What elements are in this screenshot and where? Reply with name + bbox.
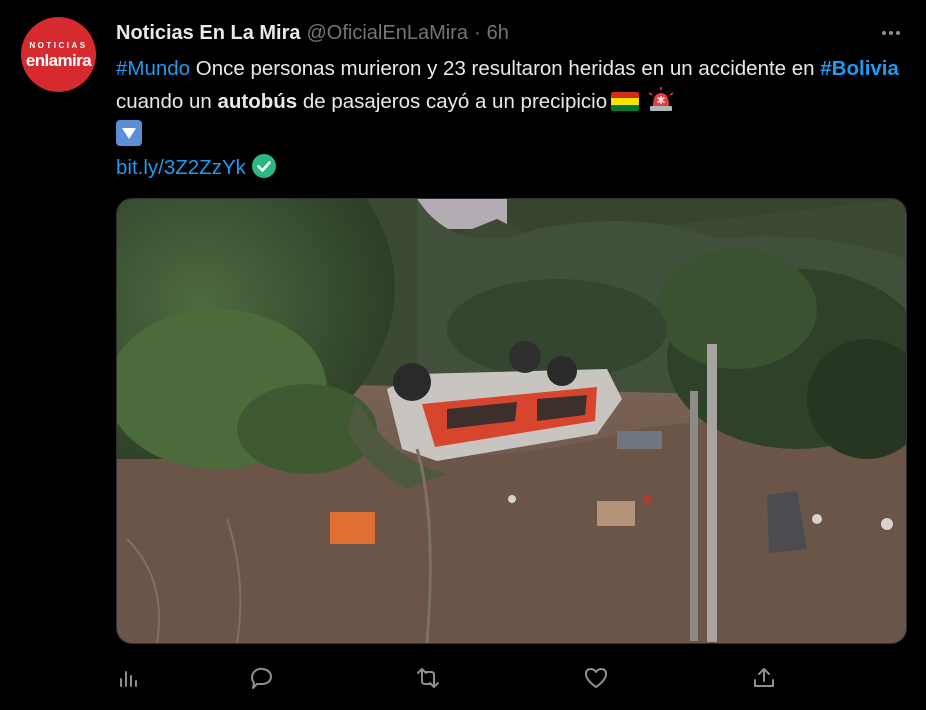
author-name[interactable]: Noticias En La Mira: [116, 22, 301, 45]
check-mark-icon: [251, 154, 276, 178]
author-handle[interactable]: @OficialEnLaMira: [307, 22, 468, 45]
retweet-icon[interactable]: [412, 662, 444, 694]
timestamp[interactable]: 6h: [487, 22, 509, 45]
hashtag-mundo[interactable]: #Mundo: [116, 57, 190, 80]
more-icon[interactable]: [876, 30, 906, 36]
tweet-header: Noticias En La Mira @OficialEnLaMira · 6…: [116, 20, 866, 46]
down-arrow-button-icon: [116, 120, 142, 146]
avatar-line2: enlamira: [25, 50, 92, 70]
accident-scene-image: [117, 199, 906, 643]
short-link[interactable]: bit.ly/3Z2ZzYk: [116, 156, 246, 179]
tweet-text: #Mundo Once personas murieron y 23 resul…: [116, 52, 906, 184]
analytics-icon[interactable]: [113, 662, 145, 694]
share-icon[interactable]: [748, 662, 780, 694]
tweet-text-part1: Once personas murieron y 23 resultaron h…: [190, 57, 821, 80]
hashtag-bolivia[interactable]: #Bolivia: [820, 57, 899, 80]
like-icon[interactable]: [580, 662, 612, 694]
bolivia-flag-icon: [611, 92, 640, 111]
reply-icon[interactable]: [245, 662, 277, 694]
avatar[interactable]: NOTICIAS enlamira: [21, 17, 96, 92]
tweet-actions: [116, 662, 906, 694]
siren-icon: [647, 87, 675, 113]
tweet-photo[interactable]: [116, 198, 907, 644]
tweet-bold-word: autobús: [217, 90, 298, 113]
avatar-line1: NOTICIAS: [29, 40, 88, 50]
separator: ·: [473, 21, 481, 44]
tweet-text-part2: cuando un: [116, 90, 218, 113]
tweet-text-part3: de pasajeros cayó a un precipicio: [297, 90, 608, 113]
